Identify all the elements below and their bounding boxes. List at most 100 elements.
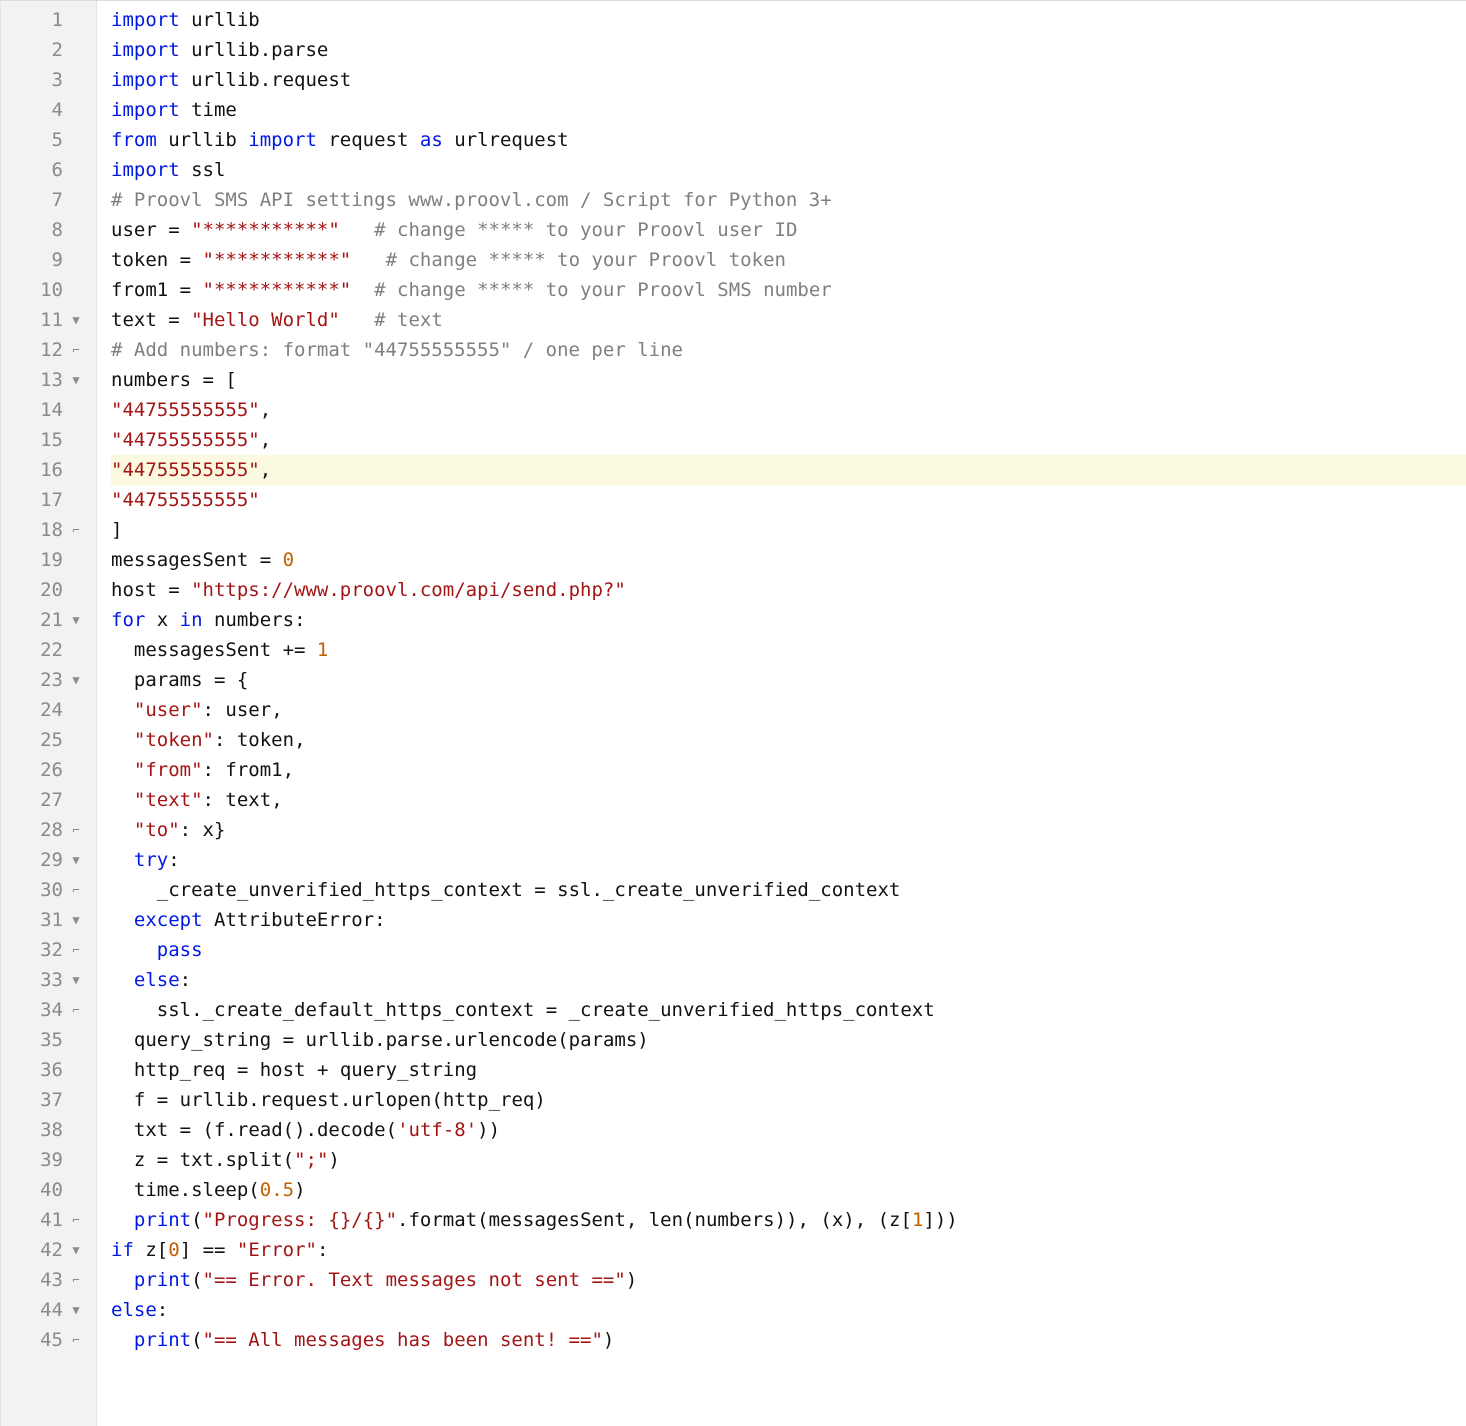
- token-id: sleep: [191, 1179, 248, 1201]
- code-line[interactable]: numbers = [: [111, 365, 1466, 395]
- code-line[interactable]: if z[0] == "Error":: [111, 1235, 1466, 1265]
- token-op: =: [546, 999, 569, 1021]
- code-line[interactable]: host = "https://www.proovl.com/api/send.…: [111, 575, 1466, 605]
- gutter-row: 26: [1, 755, 96, 785]
- code-line[interactable]: pass: [111, 935, 1466, 965]
- line-number: 5: [1, 125, 69, 155]
- code-line[interactable]: else:: [111, 1295, 1466, 1325]
- code-line[interactable]: query_string = urllib.parse.urlencode(pa…: [111, 1025, 1466, 1055]
- code-line[interactable]: "44755555555",: [111, 395, 1466, 425]
- code-line[interactable]: except AttributeError:: [111, 905, 1466, 935]
- token-cmt: # change ***** to your Proovl token: [386, 249, 786, 271]
- code-line[interactable]: z = txt.split(";"): [111, 1145, 1466, 1175]
- code-line[interactable]: import urllib.parse: [111, 35, 1466, 65]
- code-line[interactable]: print("== All messages has been sent! ==…: [111, 1325, 1466, 1355]
- token-id: urllib: [305, 1029, 374, 1051]
- gutter-row: 34⌐: [1, 995, 96, 1025]
- token-kw: in: [180, 609, 203, 631]
- code-editor[interactable]: 1234567891011▼12⌐13▼1415161718⌐192021▼22…: [0, 0, 1466, 1426]
- code-line[interactable]: token = "***********" # change ***** to …: [111, 245, 1466, 275]
- code-line[interactable]: from1 = "***********" # change ***** to …: [111, 275, 1466, 305]
- code-line[interactable]: "44755555555",: [111, 425, 1466, 455]
- gutter-row: 25: [1, 725, 96, 755]
- code-line[interactable]: text = "Hello World" # text: [111, 305, 1466, 335]
- gutter-row: 3: [1, 65, 96, 95]
- code-line[interactable]: else:: [111, 965, 1466, 995]
- token-op: ), (: [843, 1209, 889, 1231]
- fold-close-icon[interactable]: ⌐: [69, 935, 83, 965]
- fold-open-icon[interactable]: ▼: [69, 1235, 83, 1265]
- code-line[interactable]: import urllib: [111, 5, 1466, 35]
- code-line[interactable]: from urllib import request as urlrequest: [111, 125, 1466, 155]
- gutter-row: 18⌐: [1, 515, 96, 545]
- fold-open-icon[interactable]: ▼: [69, 845, 83, 875]
- code-line[interactable]: "to": x}: [111, 815, 1466, 845]
- code-line[interactable]: print("Progress: {}/{}".format(messagesS…: [111, 1205, 1466, 1235]
- code-area[interactable]: import urllibimport urllib.parseimport u…: [97, 1, 1466, 1426]
- code-line[interactable]: import urllib.request: [111, 65, 1466, 95]
- fold-close-icon[interactable]: ⌐: [69, 815, 83, 845]
- token-kw: else: [111, 1299, 157, 1321]
- code-line[interactable]: "user": user,: [111, 695, 1466, 725]
- token-kw: from: [111, 129, 157, 151]
- token-id: [111, 789, 134, 811]
- token-op: ==: [203, 1239, 237, 1261]
- code-line[interactable]: http_req = host + query_string: [111, 1055, 1466, 1085]
- fold-close-icon[interactable]: ⌐: [69, 335, 83, 365]
- code-line[interactable]: "text": text,: [111, 785, 1466, 815]
- token-op: ,: [271, 789, 282, 811]
- token-id: token: [237, 729, 294, 751]
- token-kw: import: [111, 39, 180, 61]
- fold-open-icon[interactable]: ▼: [69, 965, 83, 995]
- line-number: 2: [1, 35, 69, 65]
- code-line[interactable]: "44755555555": [111, 485, 1466, 515]
- fold-close-icon[interactable]: ⌐: [69, 1205, 83, 1235]
- code-line[interactable]: user = "***********" # change ***** to y…: [111, 215, 1466, 245]
- token-op: ,: [626, 1209, 649, 1231]
- fold-open-icon[interactable]: ▼: [69, 365, 83, 395]
- line-number: 29: [1, 845, 69, 875]
- fold-open-icon[interactable]: ▼: [69, 605, 83, 635]
- token-str: "***********": [191, 219, 340, 241]
- gutter-row: 9: [1, 245, 96, 275]
- code-line[interactable]: time.sleep(0.5): [111, 1175, 1466, 1205]
- token-id: host: [260, 1059, 317, 1081]
- fold-close-icon[interactable]: ⌐: [69, 875, 83, 905]
- code-line[interactable]: import time: [111, 95, 1466, 125]
- code-line[interactable]: import ssl: [111, 155, 1466, 185]
- token-op: :: [180, 969, 191, 991]
- fold-close-icon[interactable]: ⌐: [69, 515, 83, 545]
- code-line[interactable]: messagesSent += 1: [111, 635, 1466, 665]
- fold-open-icon[interactable]: ▼: [69, 905, 83, 935]
- line-number: 30: [1, 875, 69, 905]
- code-line[interactable]: # Add numbers: format "44755555555" / on…: [111, 335, 1466, 365]
- line-number: 32: [1, 935, 69, 965]
- code-line[interactable]: # Proovl SMS API settings www.proovl.com…: [111, 185, 1466, 215]
- code-line[interactable]: params = {: [111, 665, 1466, 695]
- token-kw: else: [134, 969, 180, 991]
- line-number: 41: [1, 1205, 69, 1235]
- code-line[interactable]: _create_unverified_https_context = ssl._…: [111, 875, 1466, 905]
- code-line[interactable]: f = urllib.request.urlopen(http_req): [111, 1085, 1466, 1115]
- line-number: 43: [1, 1265, 69, 1295]
- fold-open-icon[interactable]: ▼: [69, 305, 83, 335]
- fold-open-icon[interactable]: ▼: [69, 665, 83, 695]
- code-line[interactable]: ssl._create_default_https_context = _cre…: [111, 995, 1466, 1025]
- fold-open-icon[interactable]: ▼: [69, 1295, 83, 1325]
- fold-close-icon[interactable]: ⌐: [69, 1325, 83, 1355]
- code-line[interactable]: "token": token,: [111, 725, 1466, 755]
- code-line[interactable]: "44755555555",: [111, 455, 1466, 485]
- token-kw: import: [111, 99, 180, 121]
- code-line[interactable]: ]: [111, 515, 1466, 545]
- code-line[interactable]: txt = (f.read().decode('utf-8')): [111, 1115, 1466, 1145]
- code-line[interactable]: "from": from1,: [111, 755, 1466, 785]
- fold-close-icon[interactable]: ⌐: [69, 1265, 83, 1295]
- fold-close-icon[interactable]: ⌐: [69, 995, 83, 1025]
- code-line[interactable]: try:: [111, 845, 1466, 875]
- token-id: f: [214, 1119, 225, 1141]
- code-line[interactable]: print("== Error. Text messages not sent …: [111, 1265, 1466, 1295]
- token-id: user: [111, 219, 168, 241]
- code-line[interactable]: messagesSent = 0: [111, 545, 1466, 575]
- token-id: f: [111, 1089, 157, 1111]
- code-line[interactable]: for x in numbers:: [111, 605, 1466, 635]
